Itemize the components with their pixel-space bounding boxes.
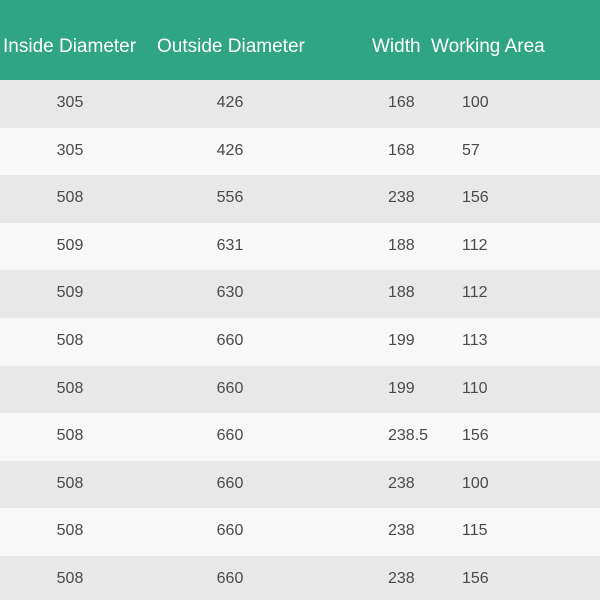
header-working-area: Working Area <box>431 36 545 57</box>
cell-width: 199 <box>388 331 415 349</box>
cell-outside-diameter: 660 <box>216 522 244 540</box>
cell-inside-diameter: 508 <box>56 427 84 445</box>
cell-inside-diameter: 305 <box>56 94 84 111</box>
header-inside-diameter: Inside Diameter <box>3 36 137 57</box>
cell-outside-diameter: 556 <box>216 189 244 207</box>
cell-working-area: 113 <box>462 331 488 349</box>
cell-inside-diameter: 508 <box>56 569 84 587</box>
cell-width: 238 <box>388 569 415 587</box>
table-row: 508 556 238 156 <box>0 175 600 223</box>
cell-working-area: 156 <box>462 427 489 445</box>
cell-width: 188 <box>388 284 415 302</box>
table-row: 305 426 168 100 <box>0 80 600 128</box>
header-width: Width <box>372 36 421 57</box>
cell-inside-diameter: 509 <box>56 236 84 254</box>
table-row: 508 660 199 110 <box>0 365 600 414</box>
cell-inside-diameter: 508 <box>56 522 84 540</box>
cell-outside-diameter: 426 <box>216 141 244 159</box>
table-row: 508 660 238.5 156 <box>0 413 600 461</box>
table-body: 305 426 168 100 305 426 168 57 508 556 2… <box>0 80 600 600</box>
cell-outside-diameter: 426 <box>216 94 244 111</box>
table-row: 509 631 188 112 <box>0 222 600 271</box>
cell-inside-diameter: 508 <box>56 331 84 349</box>
cell-width: 168 <box>388 141 415 159</box>
cell-working-area: 57 <box>462 141 480 159</box>
cell-width: 168 <box>388 94 415 111</box>
cell-width: 238 <box>388 522 415 540</box>
cell-working-area: 110 <box>462 379 488 397</box>
cell-width: 199 <box>388 379 415 397</box>
cell-working-area: 156 <box>462 569 489 587</box>
cell-outside-diameter: 660 <box>216 569 244 587</box>
cell-width: 238 <box>388 474 415 492</box>
cell-width: 238 <box>388 189 415 207</box>
cell-outside-diameter: 660 <box>216 474 244 492</box>
cell-inside-diameter: 508 <box>56 474 84 492</box>
table-row: 509 630 188 112 <box>0 270 600 318</box>
cell-inside-diameter: 509 <box>56 284 84 302</box>
cell-outside-diameter: 631 <box>216 236 244 254</box>
cell-working-area: 112 <box>462 284 488 302</box>
cell-working-area: 115 <box>462 522 488 540</box>
table-row: 305 426 168 57 <box>0 127 600 176</box>
cell-outside-diameter: 660 <box>216 379 244 397</box>
cell-width: 238.5 <box>388 427 429 445</box>
header-outside-diameter: Outside Diameter <box>157 36 305 57</box>
cell-inside-diameter: 508 <box>56 189 84 207</box>
cell-outside-diameter: 660 <box>216 427 244 445</box>
cell-outside-diameter: 630 <box>216 284 244 302</box>
cell-inside-diameter: 305 <box>56 141 84 159</box>
cell-width: 188 <box>388 236 415 254</box>
specifications-table: Inside Diameter Outside Diameter Width W… <box>0 0 600 600</box>
table-row: 508 660 238 100 <box>0 460 600 509</box>
cell-working-area: 112 <box>462 236 488 254</box>
cell-working-area: 100 <box>462 94 489 111</box>
cell-working-area: 100 <box>462 474 489 492</box>
table-row: 508 660 238 156 <box>0 555 600 600</box>
cell-working-area: 156 <box>462 189 489 207</box>
cell-outside-diameter: 660 <box>216 331 244 349</box>
table-header: Inside Diameter Outside Diameter Width W… <box>0 0 600 80</box>
table-row: 508 660 199 113 <box>0 317 600 366</box>
cell-inside-diameter: 508 <box>56 379 84 397</box>
table-row: 508 660 238 115 <box>0 508 600 556</box>
